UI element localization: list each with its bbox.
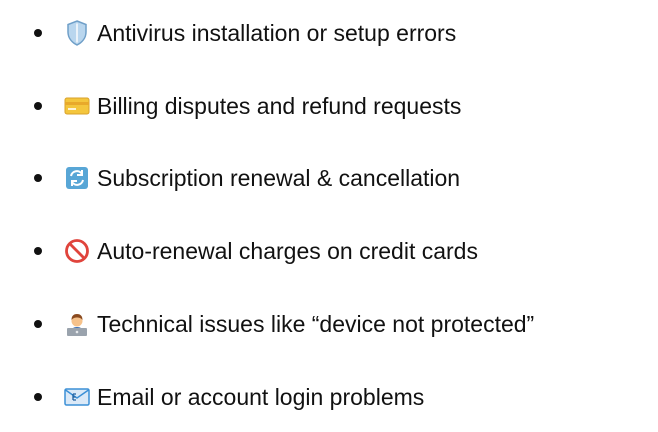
bullet-icon (34, 29, 42, 37)
list-item-label: Auto-renewal charges on credit cards (97, 238, 478, 264)
list-item: Antivirus installation or setup errors (0, 13, 658, 53)
bullet-icon (34, 393, 42, 401)
technologist-icon (64, 311, 90, 337)
refresh-arrows-icon (64, 165, 90, 191)
list-item-label: Subscription renewal & cancellation (97, 165, 461, 191)
list-item: Auto-renewal charges on credit cards (0, 231, 658, 271)
list-item: Billing disputes and refund requests (0, 86, 658, 126)
prohibited-icon (64, 238, 90, 264)
bullet-icon (34, 174, 42, 182)
list-item-label: Technical issues like “device not protec… (97, 311, 535, 337)
list-item-label: Antivirus installation or setup errors (97, 20, 457, 46)
list-item: Email or account login problems (0, 377, 658, 417)
incoming-envelope-icon (64, 384, 90, 410)
list-item-label: Email or account login problems (97, 384, 425, 410)
list-item-label: Billing disputes and refund requests (97, 93, 462, 119)
bullet-icon (34, 102, 42, 110)
list-item: Subscription renewal & cancellation (0, 158, 658, 198)
bullet-icon (34, 320, 42, 328)
bullet-icon (34, 247, 42, 255)
credit-card-icon (64, 93, 90, 119)
shield-icon (64, 20, 90, 46)
list-item: Technical issues like “device not protec… (0, 304, 658, 344)
